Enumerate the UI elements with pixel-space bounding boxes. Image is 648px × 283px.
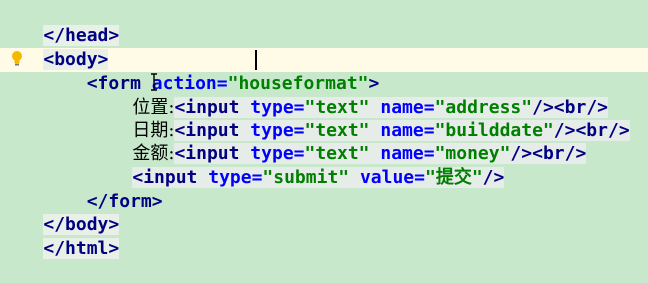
ibeam-cursor-icon (151, 73, 157, 91)
code-line-10[interactable]: </html> (0, 214, 120, 259)
code-line-5[interactable]: 日期:<input type="text" name="builddate"/>… (89, 96, 630, 141)
code-line-6[interactable]: 金额:<input type="text" name="money"/><br/… (89, 119, 587, 164)
text-caret (255, 50, 257, 70)
lightbulb-icon[interactable] (11, 50, 23, 68)
submit-input-code: <input type="submit" value="提交"/> (132, 167, 505, 188)
code-line-2[interactable]: <body> (0, 25, 109, 70)
html-close-tag: </html> (43, 238, 120, 259)
code-editor[interactable]: </head> <body> <form action="houseformat… (0, 0, 648, 264)
code-line-4[interactable]: 位置:<input type="text" name="address"/><b… (89, 73, 608, 118)
code-line-3[interactable]: <form action="houseformat"> (0, 49, 380, 94)
code-line-9[interactable]: </body> (0, 190, 120, 235)
code-line-1[interactable]: </head> (0, 1, 120, 46)
code-line-7[interactable]: <input type="submit" value="提交"/> (89, 143, 505, 188)
code-line-8[interactable]: </form> (0, 167, 163, 212)
